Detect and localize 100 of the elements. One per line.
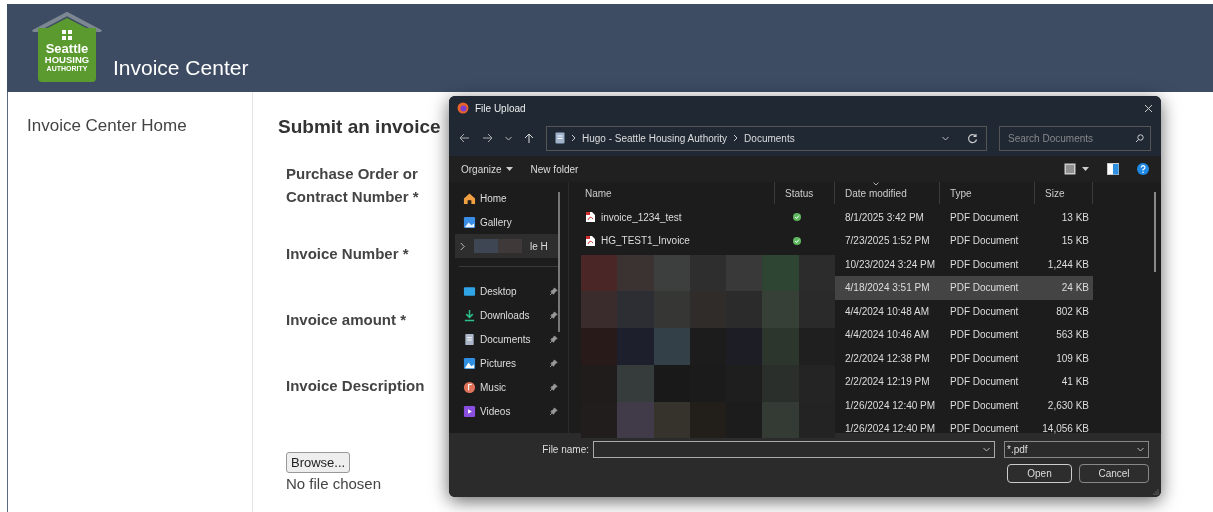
date-cell-text: 10/23/2024 3:24 PM: [844, 257, 937, 272]
caret-icon[interactable]: [1082, 167, 1089, 171]
sort-caret-icon: [873, 182, 879, 186]
nav-item[interactable]: Home: [449, 186, 568, 210]
document-icon: [555, 132, 565, 144]
date-cell-text: 2/2/2024 12:19 PM: [844, 375, 931, 390]
close-icon[interactable]: [1144, 103, 1153, 113]
search-field[interactable]: Search Documents: [1006, 131, 1135, 145]
up-arrow-icon[interactable]: [524, 132, 534, 144]
document-icon: [463, 332, 476, 346]
file-name-cell[interactable]: HG_TEST1_Invoice: [575, 229, 775, 253]
nav-label: Music: [480, 381, 508, 393]
nav-item[interactable]: Music: [449, 375, 568, 399]
refresh-icon[interactable]: [967, 132, 978, 144]
pin-icon: [549, 310, 558, 320]
file-type-dropdown[interactable]: *.pdf: [1004, 441, 1149, 458]
size-cell-text: 109 KB: [1055, 351, 1090, 366]
page-heading: Submit an invoice: [278, 116, 442, 138]
open-button[interactable]: Open: [1007, 464, 1072, 483]
file-name: invoice_1234_test: [601, 211, 682, 223]
file-name-field[interactable]: [593, 441, 995, 458]
column-header[interactable]: Date modified: [835, 182, 940, 204]
size-cell-text: 13 KB: [1060, 210, 1090, 225]
type-cell-text: PDF Document: [949, 328, 1020, 343]
search-icon: [1135, 133, 1144, 143]
type-cell-text: PDF Document: [949, 257, 1020, 272]
nav-label: Gallery: [480, 216, 513, 228]
picture-icon: [463, 356, 476, 370]
type-cell-text: PDF Document: [949, 398, 1020, 413]
column-header[interactable]: Type: [940, 182, 1035, 204]
date-cell-text: 1/26/2024 12:40 PM: [844, 398, 937, 413]
new-folder-button[interactable]: New folder: [530, 163, 579, 175]
date-cell-text: 1/26/2024 12:40 PM: [844, 422, 937, 437]
pdf-file-icon: [585, 234, 596, 247]
help-icon[interactable]: [1137, 163, 1149, 175]
back-arrow-icon[interactable]: [459, 133, 470, 143]
date-cell-text: 4/4/2024 10:46 AM: [844, 328, 930, 343]
pin-icon: [549, 286, 558, 296]
preview-pane-icon[interactable]: [1107, 163, 1119, 175]
caret-icon: [505, 167, 513, 171]
address-bar[interactable]: Hugo - Seattle Housing Authority Documents: [546, 125, 987, 151]
size-cell-text: 1,244 KB: [1046, 257, 1090, 272]
nav-label: Pictures: [480, 357, 518, 369]
music-icon: [463, 380, 476, 394]
type-cell-text: PDF Document: [949, 234, 1020, 249]
organize-menu-button[interactable]: Organize: [461, 163, 513, 175]
column-header[interactable]: Name: [575, 182, 775, 204]
size-cell: 24 KB: [1035, 276, 1093, 300]
desktop-icon: [463, 284, 476, 298]
dropdown-caret-icon: [942, 135, 949, 141]
column-header[interactable]: Size: [1035, 182, 1093, 204]
nav-item[interactable]: le H: [455, 234, 560, 258]
logo-text: HOUSING: [44, 55, 90, 65]
column-header[interactable]: Status: [775, 182, 835, 204]
date-cell-text: 2/2/2024 12:38 PM: [844, 351, 931, 366]
recent-locations-caret-icon: [505, 135, 512, 141]
type-cell-text: PDF Document: [949, 351, 1020, 366]
file-status-text: No file chosen: [286, 475, 383, 492]
pin-icon: [549, 334, 558, 344]
nav-item[interactable]: Gallery: [449, 210, 568, 234]
breadcrumb-item[interactable]: Hugo - Seattle Housing Authority: [582, 132, 728, 144]
size-cell-text: 802 KB: [1055, 304, 1090, 319]
date-cell-text: 7/23/2025 1:52 PM: [844, 234, 931, 249]
breadcrumb-item[interactable]: Documents: [744, 132, 795, 144]
chevron-icon[interactable]: [459, 241, 466, 251]
nav-item[interactable]: Documents: [449, 327, 568, 351]
view-list-icon[interactable]: [1064, 163, 1076, 175]
dialog-title: File Upload: [475, 102, 527, 114]
field-label: Invoice amount *: [286, 310, 408, 330]
nav-item[interactable]: Desktop: [449, 279, 568, 303]
browse-button[interactable]: Browse...: [286, 452, 351, 473]
type-cell-text: PDF Document: [949, 304, 1020, 319]
dropdown-caret-icon: [1137, 447, 1144, 452]
nav-item[interactable]: Pictures: [449, 351, 568, 375]
date-cell-text: 8/1/2025 3:42 PM: [844, 210, 925, 225]
size-cell-text: 41 KB: [1060, 375, 1090, 390]
field-label: Purchase Order or Contract Number *: [286, 164, 420, 207]
sidebar-link[interactable]: Invoice Center Home: [27, 116, 252, 136]
pin-icon: [549, 382, 558, 392]
nav-label: Documents: [480, 333, 532, 345]
field-label: Invoice Number *: [286, 244, 410, 264]
cancel-button[interactable]: Cancel: [1079, 464, 1149, 483]
video-icon: [463, 404, 476, 418]
pin-icon: [549, 406, 558, 416]
forward-arrow-icon[interactable]: [482, 133, 493, 143]
nav-item[interactable]: Downloads: [449, 303, 568, 327]
nav-label: Desktop: [480, 285, 518, 297]
redacted-block: [474, 239, 522, 253]
pdf-file-icon: [585, 211, 596, 224]
download-icon: [463, 308, 476, 322]
size-cell-text: 15 KB: [1060, 234, 1090, 249]
search-box[interactable]: Search Documents: [999, 125, 1151, 151]
nav-label: le H: [530, 240, 549, 252]
window-icon: [62, 30, 72, 40]
date-cell-text: 4/4/2024 10:48 AM: [844, 304, 930, 319]
nav-item[interactable]: Videos: [449, 399, 568, 423]
file-name-cell[interactable]: invoice_1234_test: [575, 205, 775, 229]
size-cell-text: 563 KB: [1055, 328, 1090, 343]
chevron-icon: [733, 134, 739, 142]
date-cell: 4/18/2024 3:51 PM: [835, 276, 940, 300]
